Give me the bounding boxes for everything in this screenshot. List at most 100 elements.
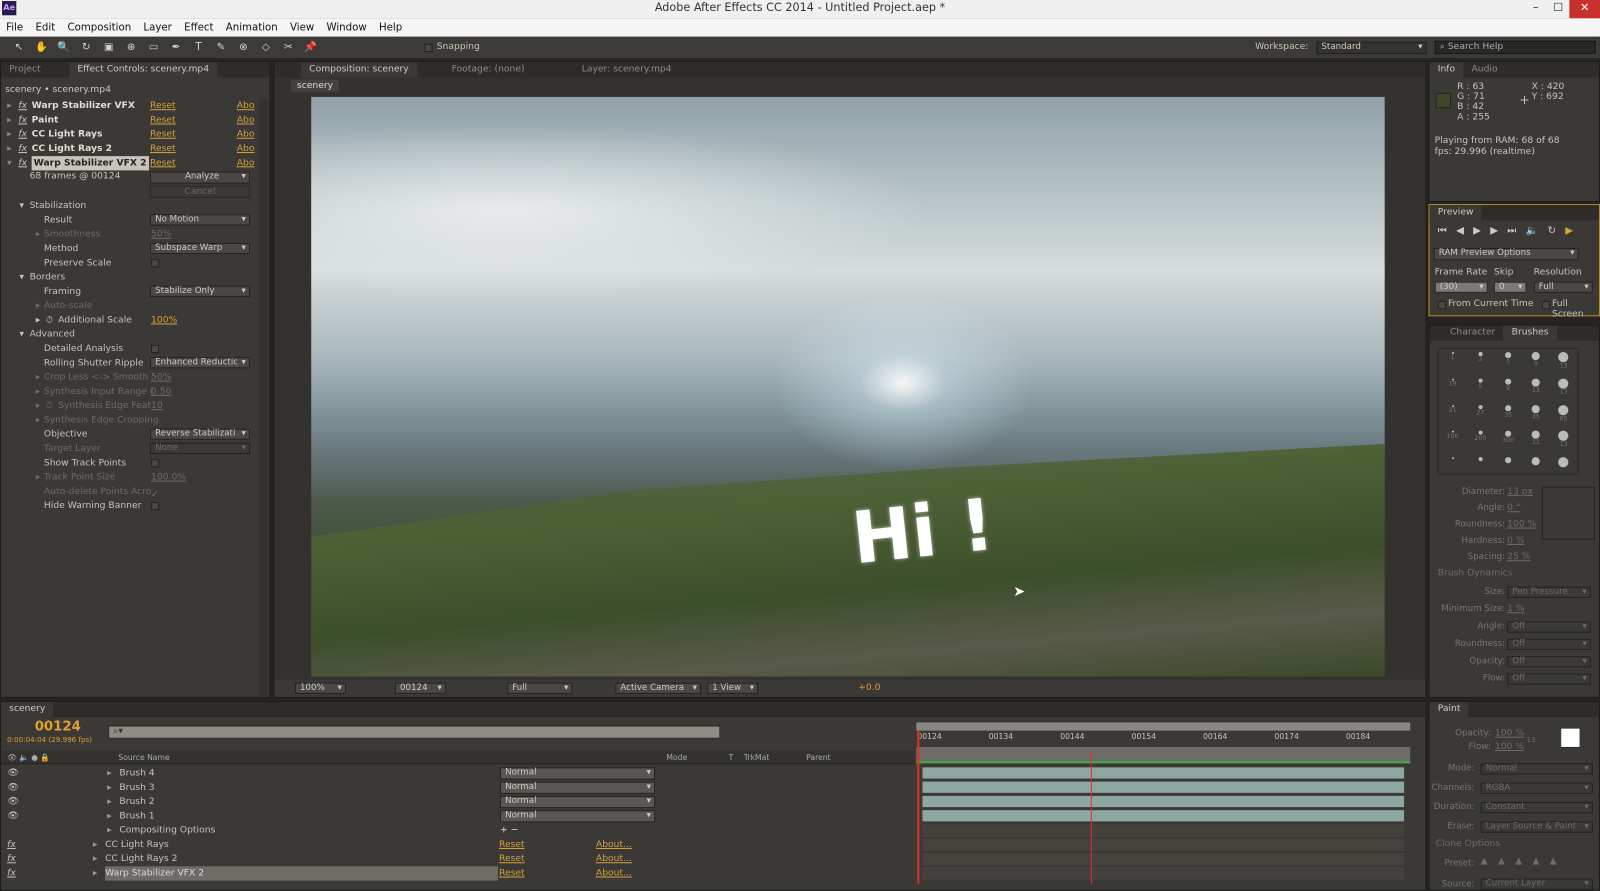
- brush-tip[interactable]: 27: [1467, 402, 1495, 428]
- property-row[interactable]: Framing Stabilize Only: [1, 285, 261, 299]
- col-parent[interactable]: Parent: [806, 751, 831, 764]
- layer-duration-bar[interactable]: [922, 767, 1405, 779]
- property-row[interactable]: Target Layer None: [1, 442, 261, 456]
- twirl-icon[interactable]: ▸: [7, 99, 12, 113]
- dynamics-dropdown[interactable]: Off: [1507, 673, 1591, 685]
- twirl-icon[interactable]: ▸: [7, 128, 12, 142]
- brush-tip[interactable]: 300: [1494, 428, 1522, 454]
- property-row[interactable]: ▸ ⏱ Synthesis Edge Feat 10: [1, 399, 261, 413]
- timeline-layer-row[interactable]: ▸ Compositing Options + −: [1, 823, 914, 837]
- col-trkmat[interactable]: TrkMat: [744, 751, 769, 764]
- select-tool-icon[interactable]: ↖: [12, 41, 25, 54]
- property-row[interactable]: Hide Warning Banner: [1, 499, 261, 513]
- property-row[interactable]: Rolling Shutter Ripple Enhanced Reductic: [1, 356, 261, 370]
- twirl-icon[interactable]: ▸: [107, 823, 112, 837]
- twirl-icon[interactable]: ▸: [93, 866, 98, 880]
- effect-about-link[interactable]: Abo: [237, 128, 255, 142]
- prev-frame-icon[interactable]: ◀: [1456, 226, 1464, 237]
- brush-tip[interactable]: [1439, 454, 1467, 473]
- clone-source-dropdown[interactable]: Current Layer: [1480, 878, 1593, 890]
- brush-prop-value[interactable]: 100 %: [1507, 519, 1536, 529]
- stopwatch-icon[interactable]: ⏱: [46, 313, 53, 327]
- timeline-layer-row[interactable]: fx ▸ CC Light Rays Reset About...: [1, 838, 914, 852]
- timeline-layer-row[interactable]: fx ▸ Warp Stabilizer VFX 2 Reset About...: [1, 866, 914, 881]
- frame-rate-dropdown[interactable]: (30): [1434, 281, 1488, 293]
- time-navigator[interactable]: [916, 746, 1411, 764]
- roto-tool-icon[interactable]: ✂: [282, 41, 295, 54]
- twirl-open-icon[interactable]: ▾: [19, 270, 24, 284]
- brush-tip[interactable]: 5: [1467, 375, 1495, 401]
- paint-prop-dropdown[interactable]: RGBA: [1480, 782, 1593, 794]
- fx-icon[interactable]: fx: [18, 156, 27, 170]
- effect-row[interactable]: ▾ fx Warp Stabilizer VFX 2 Reset Abo: [1, 156, 261, 171]
- scrollbar[interactable]: [259, 98, 268, 696]
- twirl-open-icon[interactable]: ▾: [19, 328, 24, 342]
- twirl-icon[interactable]: ▸: [36, 313, 41, 327]
- timeline-layer-row[interactable]: 👁 ▸ Brush 4 Normal: [1, 766, 914, 780]
- property-checkbox[interactable]: [151, 502, 160, 511]
- views-dropdown[interactable]: 1 View: [707, 682, 759, 694]
- layer-reset-link[interactable]: Reset: [499, 866, 525, 880]
- menu-file[interactable]: File: [6, 22, 23, 33]
- menu-layer[interactable]: Layer: [143, 22, 171, 33]
- property-dropdown[interactable]: Reverse Stabilizati: [149, 428, 250, 440]
- hand-tool-icon[interactable]: ✋: [35, 41, 48, 54]
- effect-reset-link[interactable]: Reset: [150, 128, 176, 142]
- cancel-button[interactable]: Cancel: [149, 185, 250, 198]
- menu-edit[interactable]: Edit: [35, 22, 55, 33]
- brush-tool-icon[interactable]: ✎: [214, 41, 227, 54]
- plus-minus-buttons[interactable]: + −: [500, 823, 518, 837]
- col-mode[interactable]: Mode: [666, 751, 687, 764]
- property-dropdown[interactable]: None: [149, 442, 250, 455]
- menu-composition[interactable]: Composition: [67, 22, 131, 33]
- fx-icon[interactable]: fx: [18, 142, 27, 156]
- property-value[interactable]: 100%: [151, 313, 177, 327]
- property-value[interactable]: 50%: [151, 228, 171, 242]
- tab-info[interactable]: Info: [1429, 62, 1464, 78]
- twirl-icon[interactable]: ▸: [7, 113, 12, 127]
- work-area-bar[interactable]: [916, 722, 1411, 731]
- analyze-button[interactable]: Analyze: [149, 171, 250, 184]
- layer-duration-bar[interactable]: [922, 810, 1405, 822]
- property-dropdown[interactable]: No Motion: [149, 214, 250, 226]
- menu-window[interactable]: Window: [326, 22, 366, 33]
- property-dropdown[interactable]: Stabilize Only: [149, 285, 250, 297]
- property-row[interactable]: ▸ Synthesis Edge Cropping: [1, 413, 261, 427]
- eraser-tool-icon[interactable]: ◇: [259, 41, 272, 54]
- twirl-icon[interactable]: ▸: [93, 838, 98, 852]
- twirl-icon[interactable]: ▸: [36, 370, 41, 384]
- current-time-field[interactable]: 00124: [394, 682, 446, 694]
- brush-tip[interactable]: 13: [1550, 349, 1578, 375]
- effect-row[interactable]: ▸ fx Paint Reset Abo: [1, 113, 261, 127]
- menu-animation[interactable]: Animation: [226, 22, 278, 33]
- tab-effect-controls[interactable]: Effect Controls: scenery.mp4: [69, 62, 218, 78]
- paint-prop-dropdown[interactable]: Layer Source & Paint: [1480, 821, 1593, 833]
- brush-tip[interactable]: 9: [1494, 375, 1522, 401]
- property-row[interactable]: ▸ ⏱ Additional Scale 100%: [1, 313, 261, 327]
- puppet-tool-icon[interactable]: 📌: [304, 41, 317, 54]
- composition-viewer[interactable]: Hi ! ➤: [311, 96, 1385, 677]
- effect-reset-link[interactable]: Reset: [150, 99, 176, 113]
- layer-duration-bar[interactable]: [922, 795, 1405, 808]
- effect-about-link[interactable]: Abo: [237, 113, 255, 127]
- brush-tip[interactable]: [1494, 454, 1522, 473]
- property-row[interactable]: Show Track Points: [1, 456, 261, 470]
- property-row[interactable]: Auto-delete Points Acro ✓: [1, 485, 261, 500]
- property-row[interactable]: ▸ Track Point Size 100.0%: [1, 470, 261, 484]
- effect-reset-link[interactable]: Reset: [150, 156, 176, 170]
- full-screen-checkbox[interactable]: [1541, 301, 1550, 310]
- brush-tip[interactable]: 9: [1522, 349, 1550, 375]
- ram-preview-icon[interactable]: ▶: [1565, 226, 1573, 237]
- property-row[interactable]: Objective Reverse Stabilizati: [1, 428, 261, 442]
- property-checkbox[interactable]: [151, 259, 160, 268]
- current-timecode[interactable]: 00124: [35, 719, 81, 734]
- fx-icon[interactable]: fx: [18, 128, 27, 142]
- property-checkbox[interactable]: [151, 459, 160, 468]
- stopwatch-icon[interactable]: ⏱: [46, 399, 53, 413]
- effect-about-link[interactable]: Abo: [237, 142, 255, 156]
- timeline-layer-row[interactable]: 👁 ▸ Brush 3 Normal: [1, 781, 914, 795]
- tab-paint[interactable]: Paint: [1429, 702, 1469, 718]
- clone-preset-buttons[interactable]: ▲▲▲▲▲: [1481, 856, 1567, 866]
- tab-composition[interactable]: Composition: scenery: [301, 62, 417, 78]
- brush-tip[interactable]: 65: [1550, 402, 1578, 428]
